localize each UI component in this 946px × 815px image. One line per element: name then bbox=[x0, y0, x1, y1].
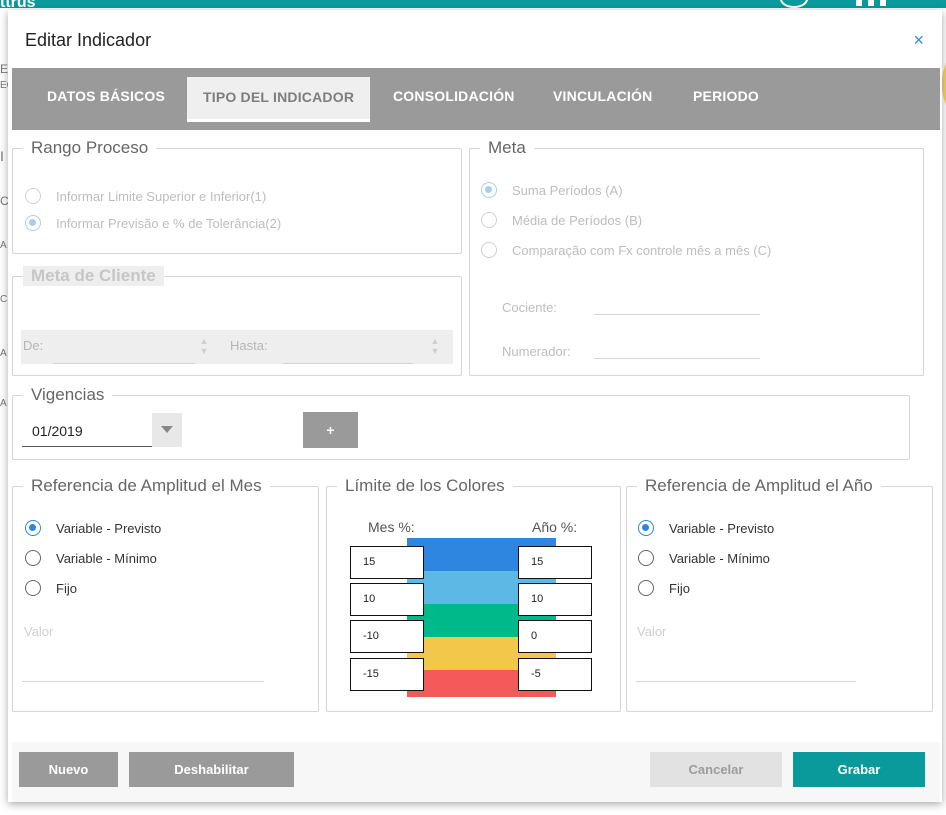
radio-icon bbox=[25, 188, 41, 204]
radio-icon bbox=[25, 580, 41, 596]
dialog-footer: Nuevo Deshabilitar Cancelar Grabar bbox=[12, 742, 940, 802]
radio-suma-periodos[interactable]: Suma Períodos (A) bbox=[481, 182, 623, 198]
ano-limit-input[interactable]: 15 bbox=[518, 546, 592, 579]
radio-icon bbox=[25, 215, 41, 231]
radio-icon bbox=[25, 520, 41, 536]
add-vigencia-button[interactable]: + bbox=[303, 412, 358, 448]
rango-proceso-legend: Rango Proceso bbox=[31, 138, 149, 157]
vigencia-selected-value: 01/2019 bbox=[32, 423, 83, 439]
tab-periodo[interactable]: PERIODO bbox=[693, 68, 759, 122]
radio-ano-fijo[interactable]: Fijo bbox=[638, 580, 690, 596]
editar-indicador-dialog: Editar Indicador × DATOS BÁSICOS TIPO DE… bbox=[8, 10, 942, 802]
radio-mes-variable-minimo[interactable]: Variable - Mínimo bbox=[25, 550, 157, 566]
radio-label: Informar Previsão e % de Tolerância(2) bbox=[56, 215, 282, 231]
hasta-input[interactable] bbox=[283, 330, 413, 364]
radio-label: Comparação com Fx controle mês a mês (C) bbox=[512, 242, 772, 258]
radio-label: Informar Limite Superior e Inferior(1) bbox=[56, 188, 267, 204]
radio-icon bbox=[481, 242, 497, 258]
hasta-label: Hasta: bbox=[230, 338, 268, 353]
radio-ano-variable-previsto[interactable]: Variable - Previsto bbox=[638, 520, 774, 536]
de-input[interactable] bbox=[53, 330, 195, 364]
chevron-down-icon[interactable] bbox=[152, 413, 182, 447]
valor-ano-input[interactable] bbox=[636, 662, 856, 682]
mes-limit-input[interactable]: -15 bbox=[350, 658, 424, 691]
radio-label: Variable - Previsto bbox=[669, 520, 775, 536]
deshabilitar-button[interactable]: Deshabilitar bbox=[129, 752, 294, 787]
meta-legend: Meta bbox=[488, 138, 526, 157]
valor-mes-placeholder: Valor bbox=[24, 624, 54, 639]
mes-limit-input[interactable]: 15 bbox=[350, 546, 424, 579]
bg-decoration bbox=[942, 56, 946, 112]
radio-label: Fijo bbox=[56, 580, 77, 596]
bg-text-fragment: A bbox=[0, 348, 7, 359]
grid-icon bbox=[856, 0, 886, 6]
ano-limit-input[interactable]: -5 bbox=[518, 658, 592, 691]
vigencias-legend: Vigencias bbox=[31, 385, 105, 404]
numerador-label: Numerador: bbox=[502, 344, 571, 359]
meta-cliente-legend: Meta de Cliente bbox=[23, 266, 164, 286]
radio-mes-variable-previsto[interactable]: Variable - Previsto bbox=[25, 520, 161, 536]
radio-icon bbox=[638, 520, 654, 536]
radio-icon bbox=[25, 550, 41, 566]
bg-text-fragment: I bbox=[0, 148, 4, 164]
nuevo-button[interactable]: Nuevo bbox=[19, 752, 118, 787]
radio-icon bbox=[638, 580, 654, 596]
close-icon[interactable]: × bbox=[913, 30, 924, 51]
de-spinner-icon[interactable]: ▲ ▼ bbox=[199, 336, 209, 358]
bg-text-fragment: A bbox=[0, 398, 7, 409]
tab-content: Rango Proceso Informar Limite Superior e… bbox=[12, 130, 940, 742]
dialog-title: Editar Indicador bbox=[25, 30, 152, 50]
hasta-spinner-icon[interactable]: ▲ ▼ bbox=[430, 336, 440, 358]
ref-mes-legend: Referencia de Amplitud el Mes bbox=[31, 476, 262, 495]
tab-datos-basicos[interactable]: DATOS BÁSICOS bbox=[47, 68, 165, 122]
radio-label: Fijo bbox=[669, 580, 690, 596]
bg-text-fragment: E bbox=[0, 62, 9, 76]
ano-limit-input[interactable]: 0 bbox=[518, 620, 592, 653]
radio-prevision-tolerancia[interactable]: Informar Previsão e % de Tolerância(2) bbox=[25, 215, 281, 231]
radio-icon bbox=[481, 182, 497, 198]
radio-mes-fijo[interactable]: Fijo bbox=[25, 580, 77, 596]
cociente-input[interactable] bbox=[594, 295, 760, 315]
tab-tipo-del-indicador[interactable]: TIPO DEL INDICADOR bbox=[187, 77, 371, 122]
radio-label: Variable - Mínimo bbox=[669, 550, 770, 566]
tab-vinculacion[interactable]: VINCULACIÓN bbox=[553, 68, 652, 122]
radio-label: Variable - Previsto bbox=[56, 520, 162, 536]
radio-icon bbox=[638, 550, 654, 566]
ref-ano-legend: Referencia de Amplitud el Año bbox=[645, 476, 873, 495]
meta-cliente-range: De: ▲ ▼ Hasta: ▲ ▼ bbox=[21, 330, 453, 364]
grabar-button[interactable]: Grabar bbox=[793, 752, 925, 787]
radio-label: Variable - Mínimo bbox=[56, 550, 157, 566]
radio-icon bbox=[481, 212, 497, 228]
radio-comparacao-fx[interactable]: Comparação com Fx controle mês a mês (C) bbox=[481, 242, 771, 258]
limite-colores-legend: Límite de los Colores bbox=[345, 476, 505, 495]
radio-media-periodos[interactable]: Média de Períodos (B) bbox=[481, 212, 642, 228]
mes-percent-label: Mes %: bbox=[368, 519, 415, 535]
numerador-input[interactable] bbox=[594, 339, 760, 359]
radio-limite-superior-inferior[interactable]: Informar Limite Superior e Inferior(1) bbox=[25, 188, 266, 204]
de-label: De: bbox=[23, 338, 44, 353]
radio-ano-variable-minimo[interactable]: Variable - Mínimo bbox=[638, 550, 770, 566]
cociente-label: Cociente: bbox=[502, 300, 557, 315]
ano-limit-input[interactable]: 10 bbox=[518, 583, 592, 616]
ano-percent-label: Año %: bbox=[532, 519, 578, 535]
tab-bar: DATOS BÁSICOS TIPO DEL INDICADOR CONSOLI… bbox=[12, 68, 940, 130]
valor-ano-placeholder: Valor bbox=[637, 624, 667, 639]
radio-label: Suma Períodos (A) bbox=[512, 182, 623, 198]
vigencia-select[interactable]: 01/2019 bbox=[22, 413, 182, 447]
bg-text-fragment: A bbox=[0, 240, 7, 251]
mes-limit-input[interactable]: 10 bbox=[350, 583, 424, 616]
bg-text-fragment: C bbox=[0, 294, 8, 305]
mes-limit-input[interactable]: -10 bbox=[350, 620, 424, 653]
radio-label: Média de Períodos (B) bbox=[512, 212, 643, 228]
tab-consolidacion[interactable]: CONSOLIDACIÓN bbox=[393, 68, 515, 122]
cancelar-button[interactable]: Cancelar bbox=[650, 752, 782, 787]
valor-mes-input[interactable] bbox=[22, 662, 264, 682]
